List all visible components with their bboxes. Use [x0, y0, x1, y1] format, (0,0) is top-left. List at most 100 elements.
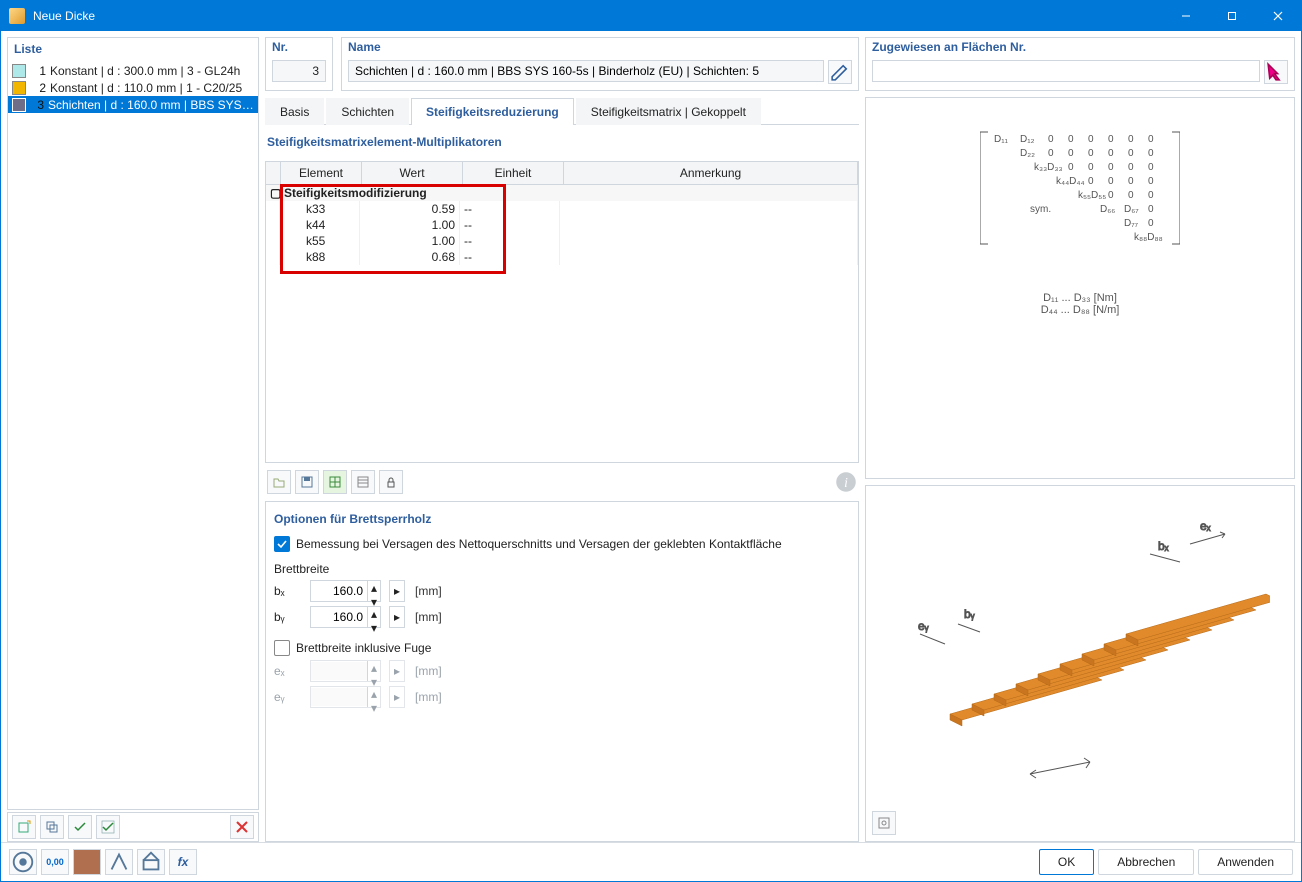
options-title: Optionen für Brettsperrholz: [274, 508, 850, 532]
ey-label: eᵧ: [274, 690, 304, 704]
bx-input[interactable]: ▴▾: [310, 580, 381, 602]
tab-steifigkeitsmatrix-gekoppelt[interactable]: Steifigkeitsmatrix | Gekoppelt: [576, 98, 761, 125]
clt-illustration: eₓ bₓ eᵧ bᵧ: [865, 485, 1295, 842]
check-item-button[interactable]: [96, 815, 120, 839]
svg-text:sym.: sym.: [1030, 204, 1051, 215]
open-folder-button[interactable]: [267, 470, 291, 494]
svg-text:0: 0: [1108, 148, 1114, 159]
grid-data-row[interactable]: k551.00--: [266, 233, 858, 249]
svg-text:0: 0: [1088, 176, 1094, 187]
check-all-button[interactable]: [68, 815, 92, 839]
lock-button[interactable]: [379, 470, 403, 494]
tabs: BasisSchichtenSteifigkeitsreduzierungSte…: [265, 97, 859, 125]
clt-options-panel: Optionen für Brettsperrholz Bemessung be…: [265, 501, 859, 842]
list-toolbar: [7, 812, 259, 842]
copy-item-button[interactable]: [40, 815, 64, 839]
list-item[interactable]: 2Konstant | d : 110.0 mm | 1 - C20/25: [8, 79, 258, 96]
grid-group-row[interactable]: ▢Steifigkeitsmodifizierung: [266, 185, 858, 201]
svg-text:k₃₃D₃₃: k₃₃D₃₃: [1034, 162, 1063, 173]
bx-label: bₓ: [274, 584, 304, 598]
ey-picker-button: ▸: [389, 686, 405, 708]
tab-steifigkeitsreduzierung[interactable]: Steifigkeitsreduzierung: [411, 98, 574, 125]
check-design-failure-label: Bemessung bei Versagen des Nettoquerschn…: [296, 537, 782, 551]
grid-data-row[interactable]: k880.68--: [266, 249, 858, 265]
save-button[interactable]: [295, 470, 319, 494]
by-picker-button[interactable]: ▸: [389, 606, 405, 628]
titlebar: Neue Dicke: [1, 1, 1301, 31]
help-button[interactable]: [9, 849, 37, 875]
tab-basis[interactable]: Basis: [265, 98, 324, 125]
svg-text:0: 0: [1128, 134, 1134, 145]
view2-button[interactable]: [351, 470, 375, 494]
svg-text:0: 0: [1128, 190, 1134, 201]
by-label: bᵧ: [274, 610, 304, 624]
check-design-failure[interactable]: Bemessung bei Versagen des Nettoquerschn…: [274, 536, 850, 552]
grid-data-row[interactable]: k330.59--: [266, 201, 858, 217]
svg-text:0: 0: [1068, 148, 1074, 159]
svg-text:0: 0: [1148, 204, 1154, 215]
tool2-button[interactable]: [137, 849, 165, 875]
svg-text:D₆₆: D₆₆: [1100, 204, 1115, 215]
list-item[interactable]: 1Konstant | d : 300.0 mm | 3 - GL24h: [8, 62, 258, 79]
svg-text:i: i: [844, 475, 848, 490]
view1-button[interactable]: [323, 470, 347, 494]
thickness-list[interactable]: 1Konstant | d : 300.0 mm | 3 - GL24h2Kon…: [8, 62, 258, 809]
cancel-button[interactable]: Abbrechen: [1098, 849, 1194, 875]
close-button[interactable]: [1255, 1, 1301, 31]
minimize-button[interactable]: [1163, 1, 1209, 31]
pick-surfaces-button[interactable]: [1264, 60, 1288, 84]
svg-text:0: 0: [1088, 134, 1094, 145]
assign-input[interactable]: [872, 60, 1260, 82]
grid-toolbar: i: [265, 469, 859, 495]
matrix-legend-1: D₁₁ ... D₃₃ [Nm]: [1043, 292, 1117, 304]
ex-picker-button: ▸: [389, 660, 405, 682]
apply-button[interactable]: Anwenden: [1198, 849, 1293, 875]
ex-input: ▴▾: [310, 660, 381, 682]
svg-text:0: 0: [1108, 176, 1114, 187]
list-item[interactable]: 3Schichten | d : 160.0 mm | BBS SYS 160-…: [8, 96, 258, 113]
svg-text:0: 0: [1148, 218, 1154, 229]
svg-text:D₂₂: D₂₂: [1020, 148, 1035, 159]
view-settings-button[interactable]: [872, 811, 896, 835]
units-button[interactable]: 0,00: [41, 849, 69, 875]
bx-picker-button[interactable]: ▸: [389, 580, 405, 602]
col-anmerkung: Anmerkung: [564, 162, 858, 184]
info-icon[interactable]: i: [835, 471, 857, 493]
nr-value[interactable]: 3: [272, 60, 326, 82]
svg-text:0: 0: [1108, 162, 1114, 173]
tab-schichten[interactable]: Schichten: [326, 98, 409, 125]
col-einheit: Einheit: [463, 162, 564, 184]
stiffness-matrix-preview: D₁₁D₁₂000000 D₂₂000000 k₃₃D₃₃00000 k₄₄D₄…: [865, 97, 1295, 479]
color-button[interactable]: [73, 849, 101, 875]
window-title: Neue Dicke: [33, 9, 95, 23]
tool1-button[interactable]: [105, 849, 133, 875]
assign-label: Zugewiesen an Flächen Nr.: [872, 40, 1288, 54]
svg-text:0: 0: [1148, 148, 1154, 159]
bx-unit: [mm]: [415, 584, 442, 598]
delete-item-button[interactable]: [230, 815, 254, 839]
maximize-button[interactable]: [1209, 1, 1255, 31]
check-include-gap[interactable]: Brettbreite inklusive Fuge: [274, 640, 850, 656]
col-element: Element: [281, 162, 362, 184]
svg-text:k₈₈D₈₈: k₈₈D₈₈: [1134, 232, 1163, 243]
brettbreite-label: Brettbreite: [274, 562, 850, 576]
dialog-footer: 0,00 fx OK Abbrechen Anwenden: [1, 842, 1301, 881]
grid-title: Steifigkeitsmatrixelement-Multiplikatore…: [265, 131, 859, 155]
ok-button[interactable]: OK: [1039, 849, 1094, 875]
nr-label: Nr.: [272, 40, 326, 54]
app-icon: [9, 8, 25, 24]
stiffness-grid: Element Wert Einheit Anmerkung ▢Steifigk…: [265, 161, 859, 463]
edit-name-button[interactable]: [828, 60, 852, 84]
ey-input: ▴▾: [310, 686, 381, 708]
svg-text:0: 0: [1048, 134, 1054, 145]
svg-text:D₁₁: D₁₁: [994, 134, 1009, 145]
by-input[interactable]: ▴▾: [310, 606, 381, 628]
list-title: Liste: [8, 38, 258, 62]
fx-button[interactable]: fx: [169, 849, 197, 875]
new-item-button[interactable]: [12, 815, 36, 839]
ey-unit: [mm]: [415, 690, 442, 704]
grid-data-row[interactable]: k441.00--: [266, 217, 858, 233]
name-input[interactable]: [348, 60, 824, 82]
svg-text:eₓ: eₓ: [1200, 519, 1211, 533]
svg-text:0: 0: [1068, 134, 1074, 145]
